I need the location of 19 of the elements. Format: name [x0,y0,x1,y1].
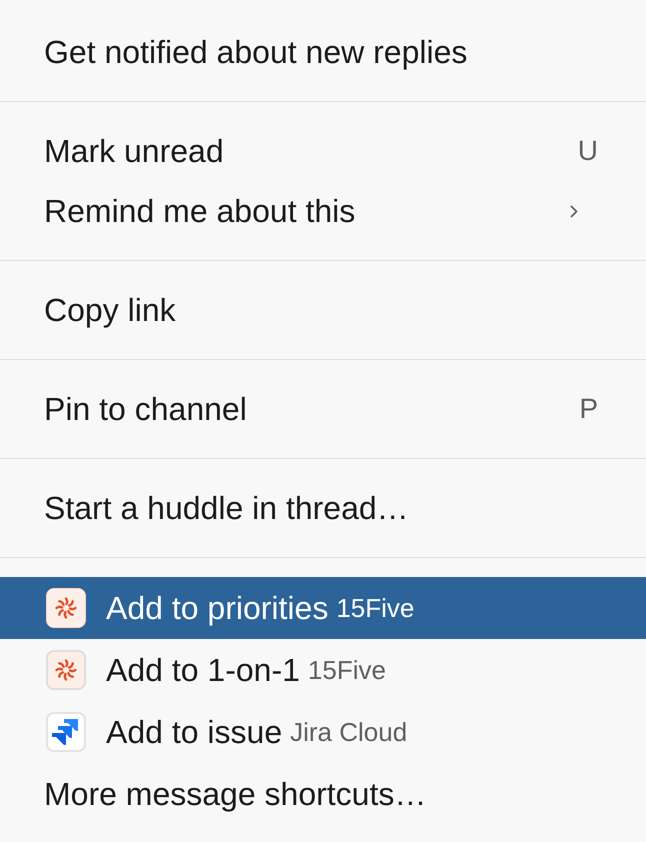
menu-item[interactable]: Remind me about this [0,181,646,241]
keyboard-shortcut: P [579,392,598,426]
menu-item[interactable]: Add to 1-on-1 15Five [0,639,646,701]
menu-item[interactable]: Mark unread U [0,121,646,181]
app-name: 15Five [308,654,386,686]
app-name: Jira Cloud [290,716,408,748]
menu-item[interactable]: Add to issue Jira Cloud [0,701,646,763]
app-logo-icon [46,712,86,752]
menu-item[interactable]: Copy link [0,280,646,340]
app-logo-icon [46,650,86,690]
menu-item[interactable]: Get notified about new replies [0,22,646,82]
menu-item[interactable]: Start a huddle in thread… [0,478,646,538]
chevron-right-icon [570,204,578,218]
app-logo-icon [46,588,86,628]
menu-item[interactable]: Add to priorities 15Five [0,577,646,639]
menu-item[interactable]: More message shortcuts… [0,763,646,825]
menu-item[interactable]: Pin to channel P [0,379,646,439]
app-name: 15Five [336,592,414,624]
keyboard-shortcut: U [578,134,598,168]
